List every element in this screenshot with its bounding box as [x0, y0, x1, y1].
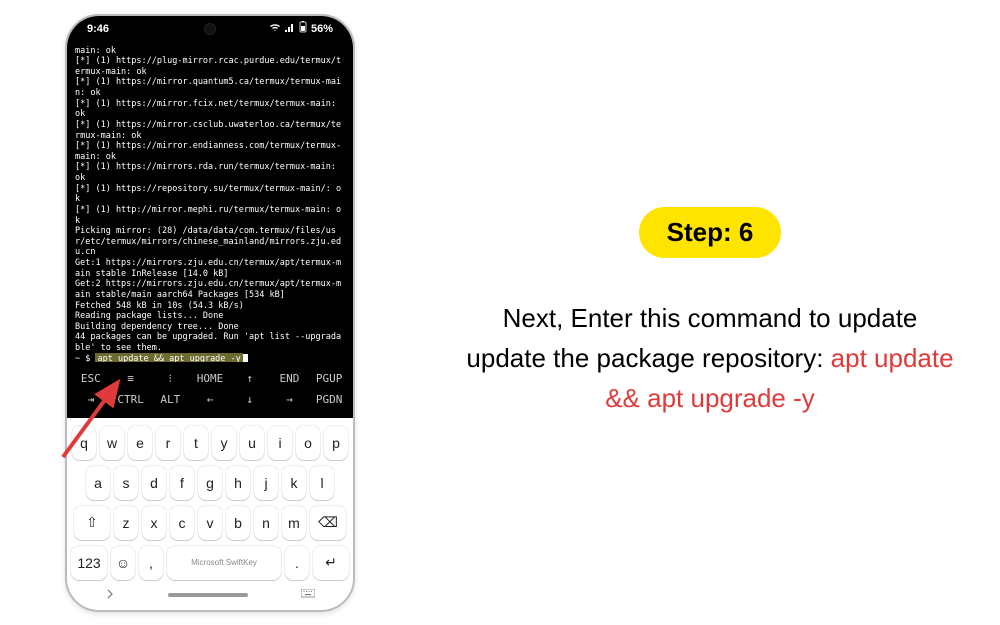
key-⌫[interactable]: ⌫: [310, 506, 346, 540]
extra-keys-row-1: ESC≡⁝HOME↑ENDPGUP: [71, 368, 349, 389]
extra-key-↑[interactable]: ↑: [230, 372, 270, 385]
key-l[interactable]: l: [310, 466, 334, 500]
keyboard-row-2: asdfghjkl: [71, 466, 349, 500]
typed-command: apt update && apt upgrade -y: [95, 353, 242, 362]
android-navbar: [71, 586, 349, 604]
instruction-text: Next, Enter this command to update updat…: [460, 298, 960, 419]
key-p[interactable]: p: [324, 426, 348, 460]
soft-keyboard: qwertyuiop asdfghjkl ⇧zxcvbnm⌫ 123 ☺ , M…: [67, 418, 353, 606]
extra-key-pgup[interactable]: PGUP: [309, 372, 349, 385]
key-x[interactable]: x: [142, 506, 166, 540]
keyboard-row-4: 123 ☺ , Microsoft SwiftKey . ↵: [71, 546, 349, 580]
battery-icon: [299, 21, 307, 36]
termux-extra-keys: ESC≡⁝HOME↑ENDPGUP ⇥CTRLALT←↓→PGDN: [67, 362, 353, 418]
key-k[interactable]: k: [282, 466, 306, 500]
numeric-key[interactable]: 123: [71, 546, 107, 580]
enter-key[interactable]: ↵: [313, 546, 349, 580]
extra-keys-row-2: ⇥CTRLALT←↓→PGDN: [71, 389, 349, 410]
key-o[interactable]: o: [296, 426, 320, 460]
keyboard-row-3: ⇧zxcvbnm⌫: [71, 506, 349, 540]
cursor: [243, 354, 248, 362]
keyboard-switch-icon[interactable]: [301, 586, 315, 604]
key-z[interactable]: z: [114, 506, 138, 540]
status-bar: 9:46 56%: [67, 16, 353, 42]
status-icons: 56%: [269, 21, 333, 36]
key-e[interactable]: e: [128, 426, 152, 460]
key-i[interactable]: i: [268, 426, 292, 460]
instruction-column: Step: 6 Next, Enter this command to upda…: [420, 207, 1000, 419]
keyboard-row-1: qwertyuiop: [71, 426, 349, 460]
key-r[interactable]: r: [156, 426, 180, 460]
key-m[interactable]: m: [282, 506, 306, 540]
phone-mockup: 9:46 56% main: ok[*] (1) https://plug-mi…: [65, 14, 355, 612]
comma-key[interactable]: ,: [139, 546, 163, 580]
extra-key-≡[interactable]: ≡: [111, 372, 151, 385]
period-key[interactable]: .: [285, 546, 309, 580]
key-d[interactable]: d: [142, 466, 166, 500]
space-key[interactable]: Microsoft SwiftKey: [167, 546, 281, 580]
extra-key-ctrl[interactable]: CTRL: [111, 393, 151, 406]
extra-key-pgdn[interactable]: PGDN: [309, 393, 349, 406]
extra-key-↓[interactable]: ↓: [230, 393, 270, 406]
key-b[interactable]: b: [226, 506, 250, 540]
step-badge: Step: 6: [639, 207, 782, 258]
extra-key-alt[interactable]: ALT: [150, 393, 190, 406]
key-q[interactable]: q: [72, 426, 96, 460]
key-u[interactable]: u: [240, 426, 264, 460]
extra-key-home[interactable]: HOME: [190, 372, 230, 385]
key-w[interactable]: w: [100, 426, 124, 460]
front-camera-hole: [204, 23, 216, 35]
key-t[interactable]: t: [184, 426, 208, 460]
nav-home-pill[interactable]: [168, 593, 248, 597]
phone-column: 9:46 56% main: ok[*] (1) https://plug-mi…: [0, 14, 420, 612]
extra-key-⇥[interactable]: ⇥: [71, 393, 111, 406]
extra-key-esc[interactable]: ESC: [71, 372, 111, 385]
extra-key-end[interactable]: END: [270, 372, 310, 385]
key-y[interactable]: y: [212, 426, 236, 460]
key-h[interactable]: h: [226, 466, 250, 500]
key-c[interactable]: c: [170, 506, 194, 540]
signal-icon: [285, 22, 295, 35]
key-j[interactable]: j: [254, 466, 278, 500]
key-g[interactable]: g: [198, 466, 222, 500]
extra-key-←[interactable]: ←: [190, 393, 230, 406]
key-f[interactable]: f: [170, 466, 194, 500]
key-n[interactable]: n: [254, 506, 278, 540]
extra-key-⁝[interactable]: ⁝: [150, 372, 190, 385]
key-⇧[interactable]: ⇧: [74, 506, 110, 540]
emoji-key[interactable]: ☺: [111, 546, 135, 580]
extra-key-→[interactable]: →: [270, 393, 310, 406]
wifi-icon: [269, 22, 281, 35]
key-s[interactable]: s: [114, 466, 138, 500]
clock: 9:46: [87, 23, 109, 35]
battery-percent: 56%: [311, 23, 333, 35]
nav-chevron-icon[interactable]: [105, 586, 115, 604]
key-a[interactable]: a: [86, 466, 110, 500]
terminal-output[interactable]: main: ok[*] (1) https://plug-mirror.rcac…: [67, 42, 353, 362]
key-v[interactable]: v: [198, 506, 222, 540]
